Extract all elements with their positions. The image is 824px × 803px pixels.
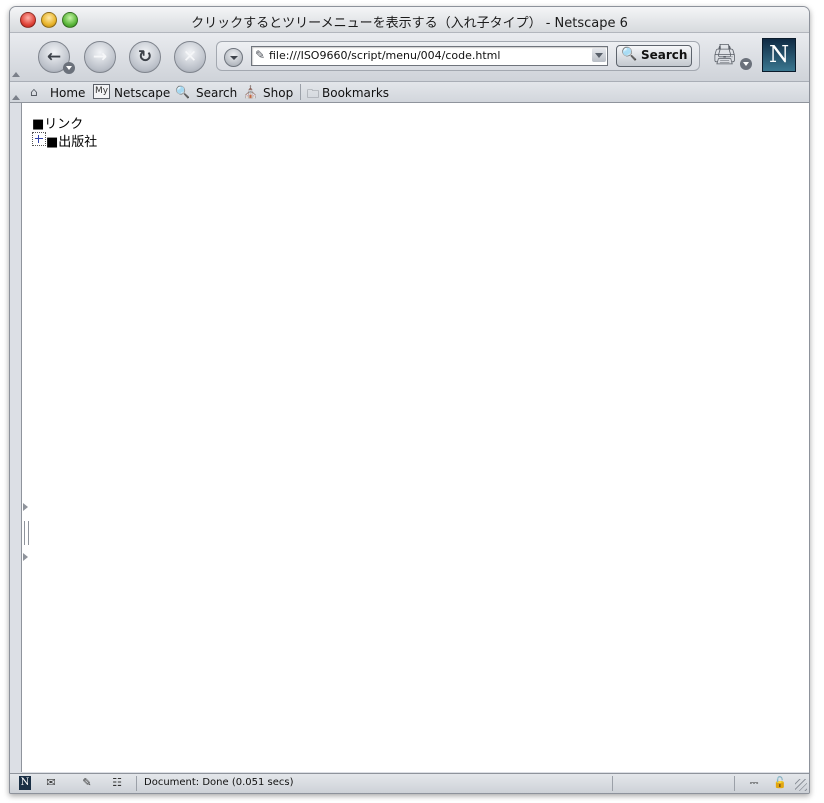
home-icon: ⌂: [30, 85, 38, 99]
page-proxy-icon[interactable]: ✎: [255, 48, 265, 62]
navigation-toolbar: ← → ↻ ✕ ✎ file:///ISO9660/script/menu/00…: [10, 33, 809, 82]
tree-item-links[interactable]: ■リンク: [32, 113, 83, 132]
forward-arrow-icon: →: [92, 47, 108, 67]
title-bar[interactable]: クリックするとツリーメニューを表示する（入れ子タイプ） - Netscape 6: [10, 7, 809, 33]
search-icon: 🔍: [175, 85, 190, 99]
magnifier-icon: 🔍: [621, 47, 638, 62]
netscape-status-icon[interactable]: N: [19, 776, 31, 790]
back-history-dropdown[interactable]: [63, 62, 75, 74]
toolbar-search-label: Search: [196, 86, 238, 100]
toolbar-netscape-label: Netscape: [114, 86, 171, 100]
netscape-logo[interactable]: N: [762, 38, 796, 72]
status-separator: [612, 776, 613, 791]
sidebar-arrow-icon: [23, 553, 28, 561]
composer-icon[interactable]: ✎: [78, 776, 96, 790]
toolbar-shop-label: Shop: [263, 86, 294, 100]
sidebar-arrow-icon: [23, 503, 28, 511]
reload-button[interactable]: ↻: [129, 41, 161, 73]
tree-item-publishers[interactable]: ■出版社: [46, 131, 97, 150]
sidebar-grip[interactable]: [23, 503, 29, 563]
stop-icon: ✕: [182, 47, 198, 67]
url-text[interactable]: file:///ISO9660/script/menu/004/code.htm…: [269, 49, 500, 62]
mail-icon[interactable]: ✉: [42, 776, 60, 790]
url-input[interactable]: ✎ file:///ISO9660/script/menu/004/code.h…: [251, 46, 608, 66]
url-history-button[interactable]: [224, 48, 243, 67]
search-button-label: Search: [641, 48, 688, 62]
back-arrow-icon: ←: [46, 47, 62, 67]
status-separator: [734, 776, 735, 791]
url-dropdown-button[interactable]: [592, 48, 606, 62]
status-bar: N ✉ ✎ ☷ Document: Done (0.051 secs) ⎓ 🔓: [10, 773, 809, 793]
forward-button[interactable]: →: [84, 41, 116, 73]
status-separator: [136, 776, 137, 791]
browser-window: クリックするとツリーメニューを表示する（入れ子タイプ） - Netscape 6…: [9, 6, 810, 794]
toolbar-collapse-grip[interactable]: [12, 71, 20, 77]
my-netscape-icon: My: [93, 84, 110, 99]
security-lock-icon[interactable]: 🔓: [773, 776, 787, 790]
search-button[interactable]: 🔍 Search: [616, 45, 692, 67]
address-book-icon[interactable]: ☷: [108, 776, 126, 790]
toolbar-separator: [300, 84, 301, 100]
toolbar-bookmarks-label: Bookmarks: [322, 86, 390, 100]
personal-toolbar-grip[interactable]: [12, 94, 20, 100]
status-text: Document: Done (0.051 secs): [144, 777, 294, 788]
page-content: ■リンク ■出版社: [21, 103, 809, 772]
online-status-icon[interactable]: ⎓: [742, 776, 766, 790]
reload-icon: ↻: [137, 47, 153, 67]
print-dropdown[interactable]: [740, 58, 752, 70]
sidebar-grip-bar: [24, 521, 29, 545]
personal-toolbar: ⌂ Home My Netscape 🔍 Search ⛪ Shop 🗀 Boo…: [10, 82, 809, 103]
shop-icon: ⛪: [243, 85, 258, 99]
stop-button[interactable]: ✕: [174, 41, 206, 73]
toolbar-home-label: Home: [50, 86, 86, 100]
tree-expand-icon[interactable]: [32, 132, 46, 146]
resize-grip[interactable]: [795, 779, 807, 791]
window-title: クリックするとツリーメニューを表示する（入れ子タイプ） - Netscape 6: [191, 16, 628, 31]
printer-icon[interactable]: 🖨: [712, 42, 742, 68]
